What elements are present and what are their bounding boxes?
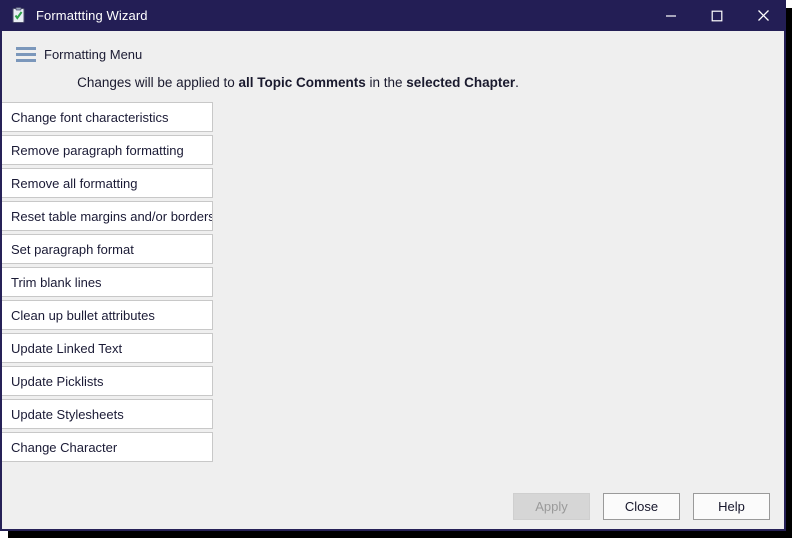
minimize-icon <box>665 10 677 22</box>
close-button[interactable] <box>740 0 786 31</box>
action-trim-blank-lines[interactable]: Trim blank lines <box>2 267 213 297</box>
clipboard-check-icon <box>10 7 27 24</box>
close-icon <box>757 9 770 22</box>
action-change-character[interactable]: Change Character <box>2 432 213 462</box>
apply-button[interactable]: Apply <box>513 492 590 520</box>
action-clean-up-bullet-attributes[interactable]: Clean up bullet attributes <box>2 300 213 330</box>
action-reset-table-margins[interactable]: Reset table margins and/or borders <box>2 201 213 231</box>
notice-bold-2: selected Chapter <box>406 75 516 90</box>
notice-part-3: . <box>515 75 519 90</box>
hamburger-bar-2 <box>16 52 36 56</box>
maximize-button[interactable] <box>694 0 740 31</box>
action-change-font-characteristics[interactable]: Change font characteristics <box>2 102 213 132</box>
hamburger-bar-1 <box>16 46 36 50</box>
action-remove-paragraph-formatting[interactable]: Remove paragraph formatting <box>2 135 213 165</box>
minimize-button[interactable] <box>648 0 694 31</box>
action-update-stylesheets[interactable]: Update Stylesheets <box>2 399 213 429</box>
hamburger-menu-icon[interactable] <box>16 46 36 62</box>
action-update-linked-text[interactable]: Update Linked Text <box>2 333 213 363</box>
window-title: Formattting Wizard <box>36 8 148 23</box>
help-button[interactable]: Help <box>693 492 770 520</box>
title-bar: Formattting Wizard <box>0 0 786 31</box>
hamburger-bar-3 <box>16 58 36 62</box>
action-remove-all-formatting[interactable]: Remove all formatting <box>2 168 213 198</box>
action-set-paragraph-format[interactable]: Set paragraph format <box>2 234 213 264</box>
scope-notice: Changes will be applied to all Topic Com… <box>2 75 784 90</box>
action-update-picklists[interactable]: Update Picklists <box>2 366 213 396</box>
notice-part-2: in the <box>365 75 407 90</box>
action-button-list: Change font characteristics Remove parag… <box>2 102 213 465</box>
close-dialog-button[interactable]: Close <box>603 492 680 520</box>
notice-part-1: Changes will be applied to <box>77 75 239 90</box>
formatting-wizard-window: Formattting Wizard Formatting Menu Chang… <box>0 0 786 531</box>
formatting-menu-label: Formatting Menu <box>44 46 143 62</box>
window-controls <box>648 0 786 31</box>
content-area: Change font characteristics Remove parag… <box>2 90 784 483</box>
maximize-icon <box>711 10 723 22</box>
notice-bold-1: all Topic Comments <box>238 75 366 90</box>
screen-root: Formattting Wizard Formatting Menu Chang… <box>0 0 796 538</box>
formatting-menu-row[interactable]: Formatting Menu <box>2 39 784 69</box>
dialog-footer: Apply Close Help <box>2 483 784 529</box>
